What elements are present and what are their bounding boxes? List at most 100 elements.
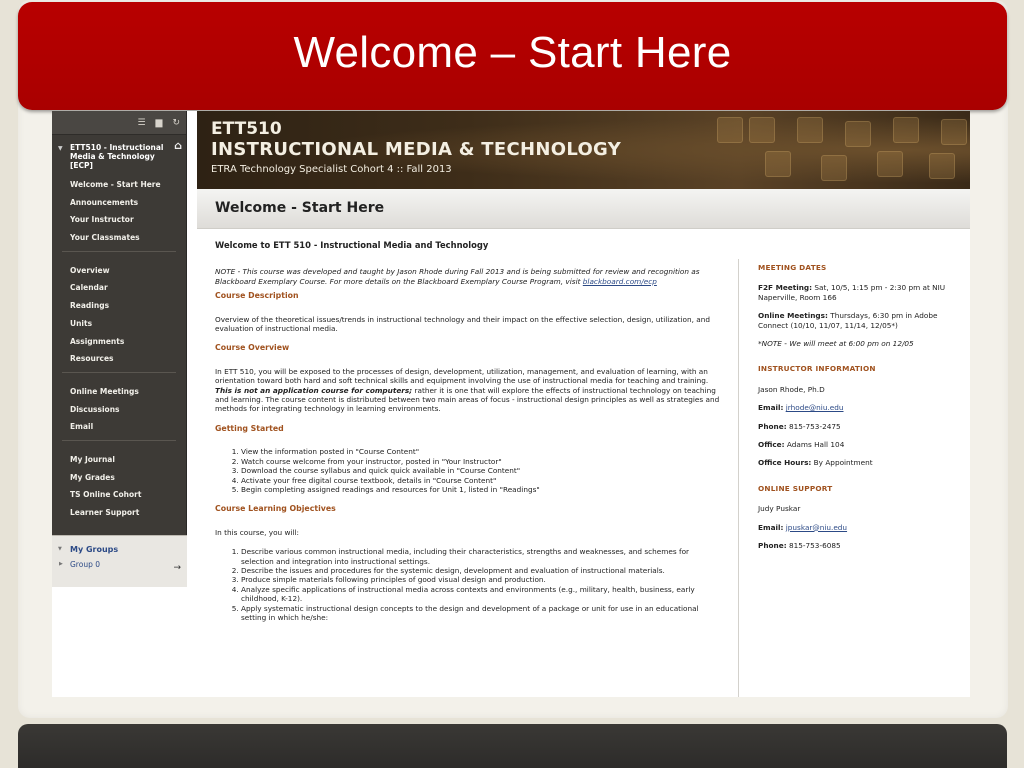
- banner-decoration: [893, 117, 919, 143]
- folder-icon[interactable]: ▆: [156, 118, 163, 128]
- menu-group-1: Welcome - Start Here Announcements Your …: [52, 176, 186, 247]
- list-item: Analyze specific applications of instruc…: [241, 585, 720, 604]
- welcome-heading: Welcome to ETT 510 - Instructional Media…: [215, 240, 489, 250]
- hours-value: By Appointment: [813, 458, 873, 468]
- list-item: View the information posted in "Course C…: [241, 447, 720, 456]
- slide-title-bar: Welcome – Start Here: [18, 2, 1007, 110]
- support-email-link[interactable]: jpuskar@niu.edu: [786, 523, 847, 532]
- menu-item-assignments[interactable]: Assignments: [52, 333, 186, 351]
- menu-divider: [62, 250, 176, 252]
- course-menu: ☰ ▆ ↻ ▼ ETT510 - Instructional Media & T…: [52, 111, 187, 587]
- support-email: Email: jpuskar@niu.edu: [758, 523, 963, 532]
- instructor-email: Email: jrhode@niu.edu: [758, 403, 963, 412]
- menu-item-resources[interactable]: Resources: [52, 350, 186, 368]
- list-icon[interactable]: ☰: [137, 118, 145, 128]
- list-item: Describe the issues and procedures for t…: [241, 566, 720, 575]
- course-title-text: ETT510 - Instructional Media & Technolog…: [70, 143, 164, 170]
- menu-item-units[interactable]: Units: [52, 315, 186, 333]
- instructor-heading: INSTRUCTOR INFORMATION: [758, 364, 876, 374]
- banner-decoration: [941, 119, 967, 145]
- menu-item-my-grades[interactable]: My Grades: [52, 469, 186, 487]
- slide-footer-bar: [18, 724, 1007, 768]
- section-heading: Course Overview: [215, 343, 290, 353]
- menu-divider: [62, 371, 176, 373]
- list-item: Describe various common instructional me…: [241, 547, 720, 566]
- email-label: Email:: [758, 522, 784, 532]
- banner-decoration: [749, 117, 775, 143]
- course-title[interactable]: ▼ ETT510 - Instructional Media & Technol…: [52, 135, 186, 170]
- phone-value: 815-753-2475: [788, 421, 841, 431]
- support-phone-value: 815-753-6085: [788, 541, 841, 551]
- menu-item-overview[interactable]: Overview: [52, 262, 186, 280]
- list-item: Download the course syllabus and quick q…: [241, 466, 720, 475]
- support-phone: Phone: 815-753-6085: [758, 541, 963, 550]
- my-groups-panel: My Groups Group 0 →: [52, 535, 187, 587]
- instructor-hours: Office Hours: By Appointment: [758, 458, 963, 467]
- meeting-dates-heading: MEETING DATES: [758, 263, 827, 272]
- objectives-intro: In this course, you will:: [215, 527, 299, 537]
- phone-label: Phone:: [758, 421, 787, 431]
- menu-item-announcements[interactable]: Announcements: [52, 194, 186, 212]
- menu-toolbar: ☰ ▆ ↻: [52, 111, 186, 135]
- office-label: Office:: [758, 440, 785, 450]
- banner-decoration: [929, 153, 955, 179]
- menu-group-4: My Journal My Grades TS Online Cohort Le…: [52, 451, 186, 522]
- column-divider: [738, 259, 739, 697]
- menu-divider: [62, 439, 176, 441]
- my-groups-toggle[interactable]: My Groups: [52, 536, 187, 554]
- online-meetings: Online Meetings: Thursdays, 6:30 pm in A…: [758, 311, 963, 330]
- overview-emphasis: This is not an application course for co…: [215, 385, 413, 395]
- group-item[interactable]: Group 0: [52, 554, 187, 569]
- arrow-right-icon[interactable]: →: [173, 563, 181, 573]
- course-description-text: Overview of the theoretical issues/trend…: [215, 314, 710, 334]
- list-item: Activate your free digital course textbo…: [241, 476, 720, 485]
- menu-item-email[interactable]: Email: [52, 418, 186, 436]
- menu-item-your-instructor[interactable]: Your Instructor: [52, 211, 186, 229]
- exemplary-note: NOTE - This course was developed and tau…: [215, 267, 720, 286]
- section-heading: Course Learning Objectives: [215, 504, 336, 514]
- menu-group-2: Overview Calendar Readings Units Assignm…: [52, 262, 186, 368]
- home-icon[interactable]: ⌂: [174, 140, 182, 151]
- phone-label: Phone:: [758, 541, 787, 551]
- online-label: Online Meetings:: [758, 311, 828, 321]
- menu-item-learner-support[interactable]: Learner Support: [52, 504, 186, 522]
- list-item: Watch course welcome from your instructo…: [241, 457, 720, 466]
- menu-item-online-meetings[interactable]: Online Meetings: [52, 383, 186, 401]
- objectives-list: Describe various common instructional me…: [229, 547, 720, 622]
- overview-text-part: In ETT 510, you will be exposed to the p…: [215, 366, 709, 386]
- menu-item-discussions[interactable]: Discussions: [52, 401, 186, 419]
- side-column: MEETING DATES F2F Meeting: Sat, 10/5, 1:…: [758, 263, 963, 560]
- hours-label: Office Hours:: [758, 458, 812, 468]
- banner-course-name: INSTRUCTIONAL MEDIA & TECHNOLOGY: [211, 139, 622, 160]
- main-column: Welcome to ETT 510 - Instructional Media…: [215, 240, 720, 632]
- support-heading: ONLINE SUPPORT: [758, 483, 833, 493]
- banner-decoration: [765, 151, 791, 177]
- menu-item-calendar[interactable]: Calendar: [52, 279, 186, 297]
- menu-item-welcome[interactable]: Welcome - Start Here: [52, 176, 186, 194]
- collapse-triangle-icon[interactable]: ▼: [58, 144, 63, 153]
- page-title: Welcome - Start Here: [215, 200, 385, 216]
- instructor-email-link[interactable]: jrhode@niu.edu: [786, 403, 844, 412]
- banner-subtitle: ETRA Technology Specialist Cohort 4 :: F…: [211, 164, 452, 175]
- banner-decoration: [877, 151, 903, 177]
- f2f-label: F2F Meeting:: [758, 283, 813, 293]
- page-title-band: Welcome - Start Here: [197, 189, 970, 229]
- content-area: Welcome to ETT 510 - Instructional Media…: [197, 229, 970, 697]
- email-label: Email:: [758, 403, 784, 413]
- office-value: Adams Hall 104: [786, 440, 845, 450]
- ecp-link[interactable]: blackboard.com/ecp: [583, 277, 657, 286]
- menu-item-my-journal[interactable]: My Journal: [52, 451, 186, 469]
- instructor-phone: Phone: 815-753-2475: [758, 422, 963, 431]
- getting-started-list: View the information posted in "Course C…: [229, 447, 720, 494]
- instructor-office: Office: Adams Hall 104: [758, 440, 963, 449]
- section-heading: Getting Started: [215, 423, 284, 433]
- menu-item-ts-online-cohort[interactable]: TS Online Cohort: [52, 486, 186, 504]
- menu-item-your-classmates[interactable]: Your Classmates: [52, 229, 186, 247]
- banner-decoration: [797, 117, 823, 143]
- f2f-meeting: F2F Meeting: Sat, 10/5, 1:15 pm - 2:30 p…: [758, 283, 963, 302]
- menu-item-readings[interactable]: Readings: [52, 297, 186, 315]
- banner-decoration: [845, 121, 871, 147]
- menu-group-3: Online Meetings Discussions Email: [52, 383, 186, 436]
- list-item: Apply systematic instructional design co…: [241, 604, 720, 623]
- refresh-icon[interactable]: ↻: [172, 118, 180, 128]
